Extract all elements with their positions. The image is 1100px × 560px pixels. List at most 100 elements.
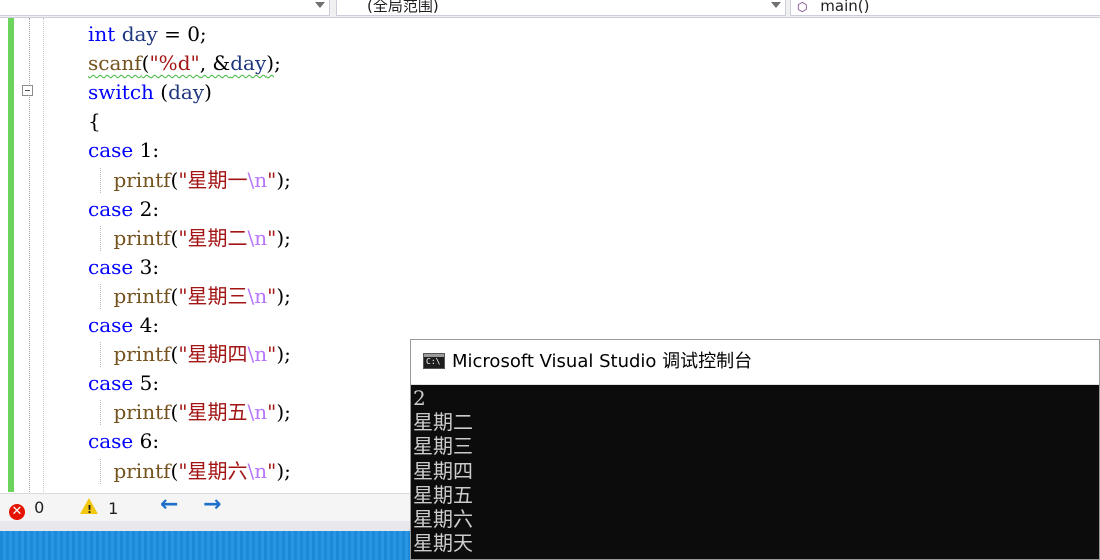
code-token: day	[230, 51, 267, 76]
console-title: Microsoft Visual Studio 调试控制台	[452, 351, 753, 372]
indent-guide	[100, 342, 101, 368]
warning-indicator[interactable]: 1	[80, 498, 119, 520]
code-line: switch (day)	[88, 78, 212, 107]
code-token: = 0;	[157, 22, 207, 46]
code-line: printf("星期五\n");	[88, 398, 291, 427]
code-line: case 1:	[88, 136, 159, 165]
debug-console-window[interactable]: C:\ Microsoft Visual Studio 调试控制台 2 星期二 星期…	[410, 339, 1100, 560]
scope-dropdown-value: (全局范围)	[367, 0, 439, 15]
code-token: "星期六	[178, 458, 248, 483]
code-token: 5:	[133, 371, 160, 396]
code-token: "	[267, 342, 277, 367]
code-token: printf	[113, 342, 171, 367]
code-token: case	[88, 254, 134, 279]
code-token: 3:	[133, 254, 160, 279]
member-dropdown-value: main()	[820, 0, 870, 15]
code-token: );	[276, 283, 291, 308]
code-line: int day = 0;	[88, 20, 207, 49]
code-token: "星期四	[178, 342, 248, 367]
code-token: printf	[113, 283, 171, 308]
code-token: switch	[88, 80, 154, 105]
console-output-line: 2	[413, 386, 426, 410]
indent-guide	[100, 225, 101, 251]
code-token: printf	[113, 225, 171, 250]
code-token: );	[276, 400, 291, 425]
code-token: "%d"	[149, 51, 200, 76]
code-token: , &	[199, 51, 231, 76]
code-token: \n	[247, 400, 268, 425]
code-token: );	[276, 458, 291, 483]
error-indicator[interactable]: ✕ 0	[9, 498, 45, 520]
console-output-line: 星期四	[413, 458, 473, 483]
code-token: );	[276, 225, 291, 250]
console-output: 2 星期二 星期三 星期四 星期五 星期六 星期天	[413, 386, 1093, 555]
code-line: case 7:	[88, 486, 159, 492]
scope-dropdown[interactable]: (全局范围)	[336, 0, 786, 16]
code-line: scanf("%d", &day);	[88, 49, 281, 78]
code-token: "	[267, 458, 277, 483]
code-token: 6:	[133, 429, 160, 454]
code-line: case 2:	[88, 195, 159, 224]
function-cube-icon: ⬡	[797, 0, 808, 14]
code-token: printf	[113, 400, 171, 425]
code-token: printf	[113, 458, 171, 483]
code-line: {	[88, 107, 101, 136]
code-token: "	[267, 167, 277, 192]
code-line: case 4:	[88, 311, 159, 340]
code-token: case	[88, 138, 134, 163]
code-token: )	[266, 51, 275, 76]
code-line: case 6:	[88, 427, 159, 456]
console-output-line: 星期六	[413, 506, 473, 531]
code-token: 7:	[133, 488, 159, 492]
code-token: \n	[247, 342, 268, 367]
code-token: case	[88, 429, 134, 454]
console-output-line: 星期五	[413, 482, 473, 507]
margin-separator	[43, 18, 44, 492]
code-token: day	[168, 80, 205, 105]
chevron-down-icon	[315, 2, 325, 8]
navigate-back-icon[interactable]: ←	[160, 494, 178, 516]
warning-count: 1	[108, 499, 119, 518]
code-token: );	[276, 342, 291, 367]
code-token: \n	[247, 283, 268, 308]
indent-guide	[100, 400, 101, 426]
code-token: case	[88, 488, 133, 492]
code-token: )	[204, 80, 212, 105]
code-token: \n	[247, 167, 268, 192]
console-title-bar[interactable]: C:\ Microsoft Visual Studio 调试控制台	[411, 340, 1099, 385]
code-token: "	[267, 400, 277, 425]
code-line: case 5:	[88, 369, 159, 398]
code-token: 4:	[133, 313, 160, 337]
indent-guide	[100, 458, 101, 484]
code-token: {	[88, 109, 101, 134]
collapse-toggle[interactable]	[22, 85, 33, 96]
error-circle-icon: ✕	[9, 504, 25, 520]
console-icon-text: C:\	[426, 357, 441, 366]
console-output-line: 星期二	[413, 410, 473, 435]
code-token: "星期二	[178, 225, 248, 250]
code-token: \n	[247, 225, 268, 250]
code-token: scanf	[88, 51, 142, 76]
code-token: day	[121, 22, 158, 46]
chevron-down-icon	[771, 2, 781, 8]
project-dropdown[interactable]	[0, 0, 330, 16]
code-line: printf("星期六\n");	[88, 457, 291, 486]
code-token: "	[267, 225, 277, 250]
code-token: case	[88, 313, 134, 337]
code-token: ;	[274, 51, 281, 76]
code-token: int	[88, 22, 116, 46]
code-token: "	[267, 283, 277, 308]
navigate-forward-icon[interactable]: →	[203, 494, 221, 516]
code-token: 2:	[133, 196, 160, 221]
code-line: printf("星期四\n");	[88, 340, 291, 369]
console-app-icon: C:\	[423, 353, 445, 369]
indent-guide	[100, 283, 101, 309]
code-token: "星期一	[178, 167, 248, 192]
error-count: 0	[34, 498, 45, 517]
code-token: "星期三	[178, 283, 248, 308]
code-token: "星期五	[178, 400, 248, 425]
console-output-line: 星期天	[413, 531, 473, 556]
code-token: case	[88, 196, 134, 221]
code-token: );	[276, 167, 291, 192]
member-dropdown[interactable]: ⬡ main()	[790, 0, 1100, 16]
